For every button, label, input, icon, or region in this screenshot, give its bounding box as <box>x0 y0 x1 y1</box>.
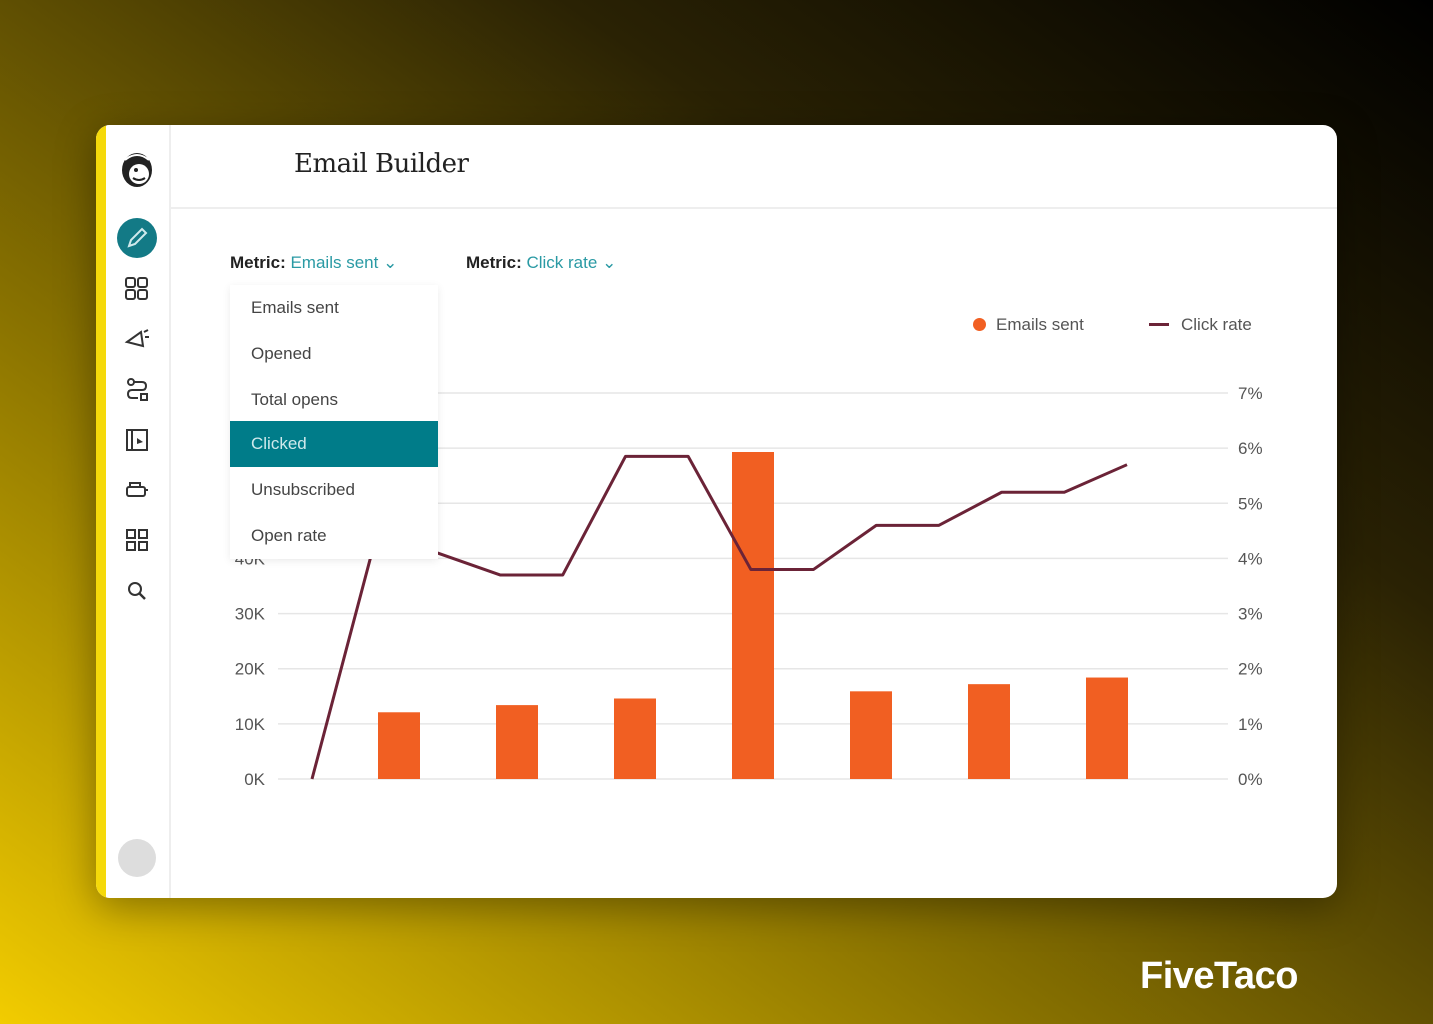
dropdown-option-open-rate[interactable]: Open rate <box>230 513 438 559</box>
bar <box>614 698 656 779</box>
bar <box>732 452 774 779</box>
right-tick-label: 7% <box>1238 384 1263 403</box>
left-tick-label: 0K <box>244 770 265 789</box>
right-tick-label: 2% <box>1238 660 1263 679</box>
dropdown-option-unsubscribed[interactable]: Unsubscribed <box>230 467 438 513</box>
dropdown-option-opened[interactable]: Opened <box>230 331 438 377</box>
right-tick-label: 0% <box>1238 770 1263 789</box>
dropdown-option-emails-sent[interactable]: Emails sent <box>230 285 438 331</box>
right-tick-label: 6% <box>1238 439 1263 458</box>
dropdown-option-clicked[interactable]: Clicked <box>230 421 438 467</box>
bar <box>496 705 538 779</box>
bar <box>968 684 1010 779</box>
left-tick-label: 20K <box>235 660 266 679</box>
dropdown-option-total-opens[interactable]: Total opens <box>230 377 438 423</box>
brand-logo: FiveTaco <box>1140 955 1298 997</box>
bar <box>1086 677 1128 779</box>
left-tick-label: 30K <box>235 605 266 624</box>
right-tick-label: 4% <box>1238 549 1263 568</box>
metric-dropdown: Emails sent Opened Total opens Clicked U… <box>230 285 438 559</box>
bar <box>378 712 420 779</box>
bar <box>850 691 892 779</box>
app-window: Email Builder Metric: Emails sent ⌄ Metr… <box>96 125 1337 898</box>
right-tick-label: 1% <box>1238 715 1263 734</box>
right-tick-label: 5% <box>1238 494 1263 513</box>
right-tick-label: 3% <box>1238 605 1263 624</box>
left-tick-label: 10K <box>235 715 266 734</box>
